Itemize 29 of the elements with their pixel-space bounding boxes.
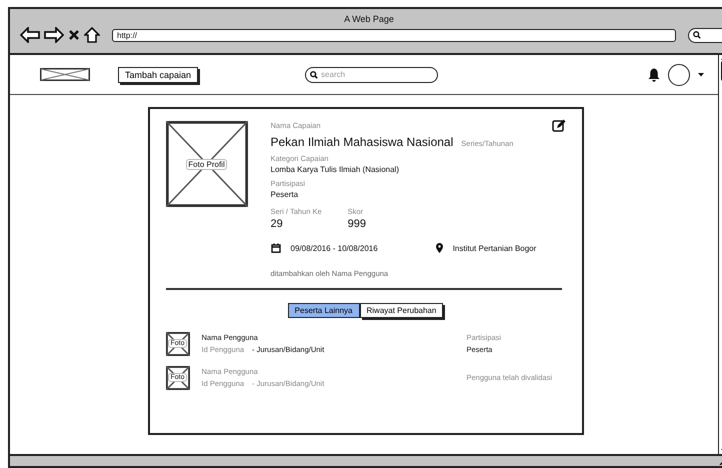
location-pin-icon: [436, 242, 443, 252]
date-range: 09/08/2016 - 10/08/2016: [290, 244, 378, 253]
logo-placeholder: [40, 68, 90, 81]
caret-icon[interactable]: [698, 72, 704, 76]
close-icon[interactable]: [68, 29, 80, 41]
forward-icon[interactable]: [44, 27, 64, 43]
calendar-icon: [270, 242, 280, 252]
photo-label: Foto Profil: [186, 158, 227, 170]
bell-icon[interactable]: [648, 68, 660, 82]
edit-icon[interactable]: [552, 119, 566, 133]
home-icon[interactable]: [84, 27, 100, 43]
tab[interactable]: Peserta Lainnya: [288, 302, 360, 318]
location: Institut Pertanian Bogor: [452, 244, 536, 253]
browser-search-field[interactable]: [688, 28, 722, 42]
series-value: 29: [270, 218, 284, 230]
score-value: 999: [348, 218, 366, 230]
url-field[interactable]: http://: [112, 28, 676, 42]
tab[interactable]: Riwayat Perubahan: [360, 302, 444, 318]
search-icon: [693, 31, 701, 39]
participation-value: Peserta: [270, 190, 298, 199]
avatar[interactable]: [668, 64, 690, 86]
search-field[interactable]: search: [305, 66, 438, 82]
add-achievement-button[interactable]: Tambah capaian: [118, 66, 198, 82]
window-title: A Web Page: [344, 14, 394, 24]
search-icon: [310, 70, 318, 78]
back-icon[interactable]: [20, 27, 40, 43]
achievement-name: Pekan Ilmiah Mahasiswa Nasional: [270, 135, 454, 149]
category-value: Lomba Karya Tulis Ilmiah (Nasional): [270, 165, 399, 174]
image-placeholder-icon: [166, 121, 248, 207]
